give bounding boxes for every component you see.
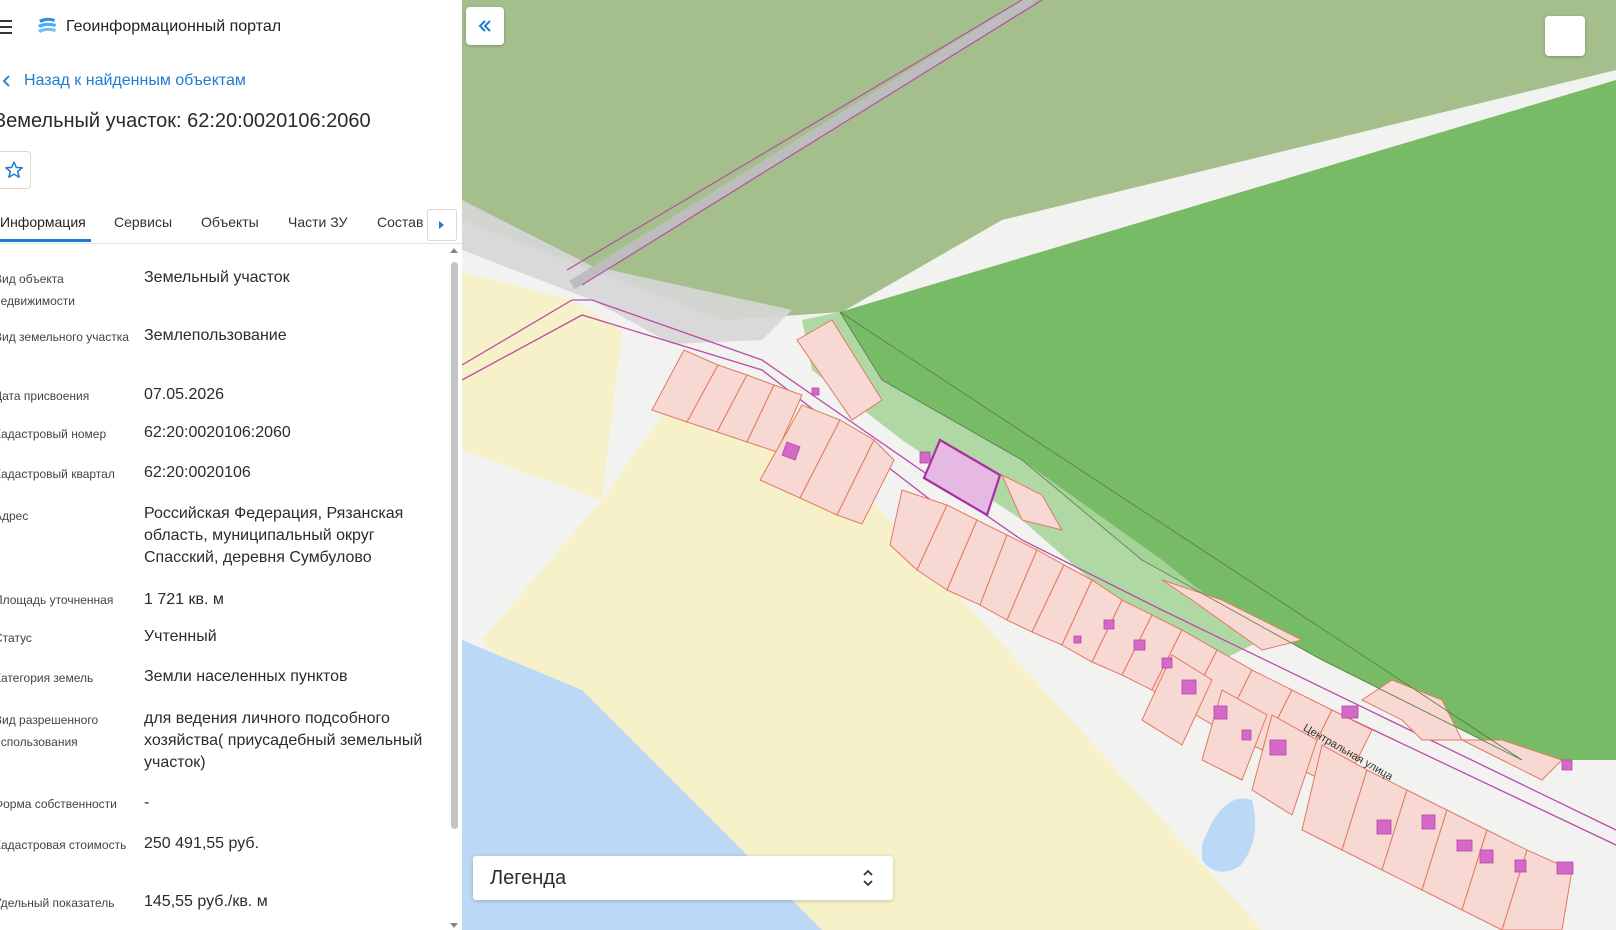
building bbox=[1133, 639, 1146, 651]
building bbox=[919, 451, 931, 464]
tabs-bar: Информация Сервисы Объекты Части ЗУ Сост… bbox=[0, 200, 462, 244]
building bbox=[1561, 759, 1573, 771]
scrollbar-thumb[interactable] bbox=[451, 262, 458, 829]
prop-value: 07.05.2026 bbox=[144, 386, 225, 403]
prop-label: Удельный показатель bbox=[0, 896, 115, 910]
building bbox=[811, 387, 820, 396]
building bbox=[1269, 739, 1287, 756]
building bbox=[1103, 619, 1115, 630]
prop-label: Вид земельного участка bbox=[0, 330, 129, 344]
prop-label: Кадастровый квартал bbox=[0, 467, 115, 481]
building bbox=[1514, 859, 1527, 873]
favorite-button[interactable] bbox=[0, 151, 31, 189]
building bbox=[1479, 849, 1494, 864]
prop-value: Российская Федерация, Рязанская область,… bbox=[144, 505, 404, 566]
building bbox=[1213, 705, 1228, 720]
tab-info[interactable]: Информация bbox=[0, 214, 86, 230]
tab-parts[interactable]: Части ЗУ bbox=[288, 214, 347, 230]
building bbox=[1181, 679, 1197, 695]
prop-label: Вид объекта недвижимости bbox=[0, 272, 75, 308]
map-view[interactable]: Центральная улица Легенда bbox=[462, 0, 1616, 930]
tab-services[interactable]: Сервисы bbox=[114, 214, 172, 230]
prop-value: Земельный участок bbox=[144, 269, 290, 286]
expand-collapse-icon[interactable] bbox=[861, 866, 875, 890]
tab-composition[interactable]: Состав bbox=[377, 214, 423, 230]
prop-value: 62:20:0020106:2060 bbox=[144, 424, 291, 441]
collapse-sidebar-button[interactable] bbox=[466, 7, 504, 45]
star-icon bbox=[4, 161, 23, 178]
prop-value: для ведения личного подсобного хозяйства… bbox=[144, 710, 423, 771]
building bbox=[1241, 729, 1252, 741]
prop-value: 1 721 кв. м bbox=[144, 591, 224, 608]
legend-panel[interactable]: Легенда bbox=[473, 856, 893, 900]
building bbox=[1456, 839, 1473, 852]
back-link-label: Назад к найденным объектам bbox=[24, 72, 246, 89]
tab-objects[interactable]: Объекты bbox=[201, 214, 259, 230]
triangle-right-icon bbox=[439, 221, 444, 229]
prop-value: 145,55 руб./кв. м bbox=[144, 893, 268, 910]
scroll-up-arrow-icon[interactable] bbox=[450, 248, 458, 253]
chevron-left-icon bbox=[2, 75, 10, 87]
building bbox=[1376, 819, 1392, 835]
prop-value: 250 491,55 руб. bbox=[144, 835, 260, 852]
prop-value: 62:20:0020106 bbox=[144, 464, 251, 481]
building bbox=[1161, 657, 1173, 669]
prop-label: Адрес bbox=[0, 509, 29, 523]
prop-label: Категория земель bbox=[0, 671, 94, 685]
prop-value: - bbox=[144, 794, 150, 811]
info-sidebar: Геоинформационный портал Назад к найденн… bbox=[0, 0, 462, 930]
building bbox=[1556, 861, 1574, 875]
map-canvas[interactable] bbox=[462, 0, 1616, 930]
map-tool-button[interactable] bbox=[1545, 16, 1585, 56]
active-tab-indicator bbox=[0, 239, 91, 242]
prop-label: Вид разрешенного использования bbox=[0, 713, 99, 749]
topbar: Геоинформационный портал bbox=[0, 0, 462, 56]
portal-logo-icon bbox=[38, 17, 56, 33]
prop-label: Кадастровый номер bbox=[0, 427, 107, 441]
scroll-down-arrow-icon[interactable] bbox=[450, 923, 458, 928]
double-chevron-left-icon bbox=[478, 20, 491, 32]
prop-label: Кадастровая стоимость bbox=[0, 838, 127, 852]
back-to-results-link[interactable]: Назад к найденным объектам bbox=[0, 72, 246, 90]
building bbox=[1073, 635, 1082, 644]
portal-title: Геоинформационный портал bbox=[66, 18, 282, 35]
hamburger-menu-icon[interactable] bbox=[0, 20, 12, 36]
object-title: Земельный участок: 62:20:0020106:2060 bbox=[0, 110, 371, 132]
prop-value: Землепользование bbox=[144, 327, 287, 344]
properties-list: Вид объекта недвижимости Земельный участ… bbox=[0, 256, 446, 930]
prop-value: Земли населенных пунктов bbox=[144, 668, 348, 685]
building bbox=[1421, 814, 1436, 830]
prop-label: Дата присвоения bbox=[0, 389, 90, 403]
legend-label: Легенда bbox=[490, 866, 567, 889]
building bbox=[1341, 705, 1359, 719]
prop-value: Учтенный bbox=[144, 628, 217, 645]
prop-label: Статус bbox=[0, 631, 32, 645]
prop-label: Форма собственности bbox=[0, 797, 117, 811]
prop-label: Площадь уточненная bbox=[0, 593, 114, 607]
tabs-scroll-right-button[interactable] bbox=[427, 209, 457, 241]
